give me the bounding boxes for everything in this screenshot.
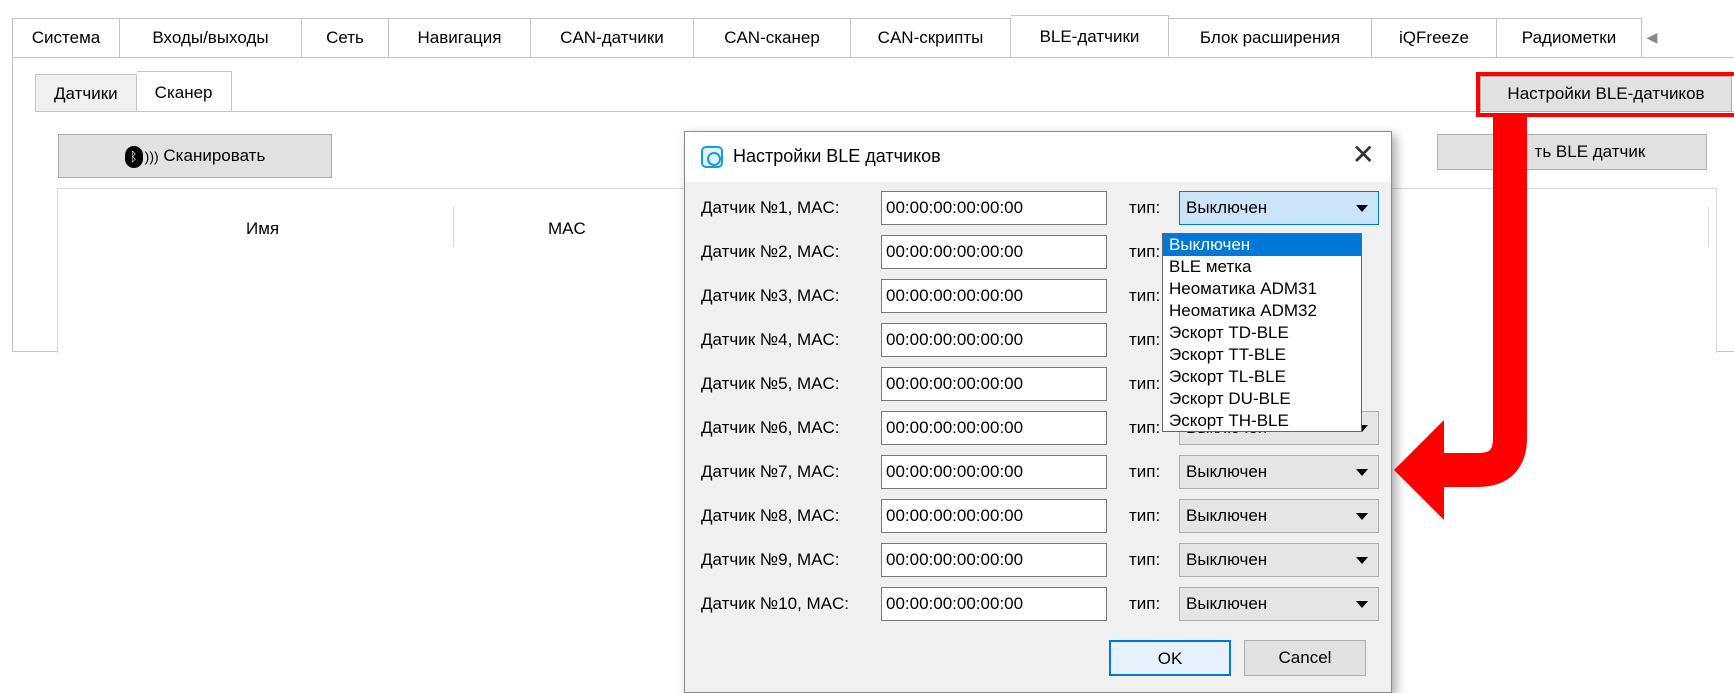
sensor-row: Датчик №10, MAC: 00:00:00:00:00:00 тип: … xyxy=(701,587,1381,621)
sensor-label: Датчик №6, MAC: xyxy=(701,418,840,437)
app-icon xyxy=(701,146,723,168)
dropdown-option[interactable]: Выключен xyxy=(1163,234,1361,256)
type-label: тип: xyxy=(1129,418,1161,437)
ok-button[interactable]: OK xyxy=(1109,640,1231,676)
sensor-label: Датчик №10, MAC: xyxy=(701,594,849,613)
chevron-down-icon xyxy=(1356,205,1368,212)
dropdown-option[interactable]: BLE метка xyxy=(1163,256,1361,278)
type-label: тип: xyxy=(1129,198,1161,217)
chevron-down-icon xyxy=(1356,469,1368,476)
type-value: Выключен xyxy=(1186,462,1268,481)
type-value: Выключен xyxy=(1186,594,1268,613)
sensor-row: Датчик №9, MAC: 00:00:00:00:00:00 тип: В… xyxy=(701,543,1381,577)
bluetooth-icon: ᛒ xyxy=(124,145,143,168)
chevron-down-icon xyxy=(1356,513,1368,520)
sensor-label: Датчик №1, MAC: xyxy=(701,198,840,217)
dialog-title: Настройки BLE датчиков xyxy=(733,146,941,166)
mac-input[interactable]: 00:00:00:00:00:00 xyxy=(881,455,1107,489)
mac-input[interactable]: 00:00:00:00:00:00 xyxy=(881,367,1107,401)
tab-expansion-block[interactable]: Блок расширения xyxy=(1169,18,1372,58)
sensor-row: Датчик №8, MAC: 00:00:00:00:00:00 тип: В… xyxy=(701,499,1381,533)
save-ble-sensor-label: Со ть BLE датчик xyxy=(1498,142,1646,161)
sensor-label: Датчик №3, MAC: xyxy=(701,286,840,305)
mac-input[interactable]: 00:00:00:00:00:00 xyxy=(881,279,1107,313)
dropdown-option[interactable]: Эскорт DU-BLE xyxy=(1163,388,1361,410)
close-icon[interactable]: ✕ xyxy=(1352,140,1375,170)
tab-iqfreeze[interactable]: iQFreeze xyxy=(1372,18,1497,58)
type-label: тип: xyxy=(1129,374,1161,393)
tab-can-sensors[interactable]: CAN-датчики xyxy=(531,18,694,58)
sensor-label: Датчик №9, MAC: xyxy=(701,550,840,569)
dropdown-option[interactable]: Неоматика ADM31 xyxy=(1163,278,1361,300)
subtab-scanner[interactable]: Сканер xyxy=(136,71,232,112)
type-label: тип: xyxy=(1129,594,1161,613)
type-dropdown-list: Выключен BLE метка Неоматика ADM31 Неома… xyxy=(1162,233,1362,432)
tab-radio-tags[interactable]: Радиометки xyxy=(1497,18,1642,58)
tab-network[interactable]: Сеть xyxy=(302,18,389,58)
type-value: Выключен xyxy=(1186,550,1268,569)
type-label: тип: xyxy=(1129,286,1161,305)
chevron-down-icon xyxy=(1356,601,1368,608)
sensor-label: Датчик №5, MAC: xyxy=(701,374,840,393)
mac-input[interactable]: 00:00:00:00:00:00 xyxy=(881,191,1107,225)
mac-input[interactable]: 00:00:00:00:00:00 xyxy=(881,411,1107,445)
dropdown-option[interactable]: Эскорт TH-BLE xyxy=(1163,410,1361,432)
grid-header-name[interactable]: Имя xyxy=(246,219,279,239)
type-select[interactable]: Выключен xyxy=(1179,499,1379,533)
mac-input[interactable]: 00:00:00:00:00:00 xyxy=(881,499,1107,533)
save-ble-sensor-button[interactable]: Со ть BLE датчик xyxy=(1437,134,1707,170)
type-label: тип: xyxy=(1129,330,1161,349)
dropdown-option[interactable]: Эскорт TT-BLE xyxy=(1163,344,1361,366)
sensor-row: Датчик №7, MAC: 00:00:00:00:00:00 тип: В… xyxy=(701,455,1381,489)
signal-waves-icon: ))) xyxy=(144,148,159,165)
dropdown-option[interactable]: Неоматика ADM32 xyxy=(1163,300,1361,322)
highlight-box xyxy=(1476,72,1734,117)
mac-input[interactable]: 00:00:00:00:00:00 xyxy=(881,543,1107,577)
type-select[interactable]: Выключен xyxy=(1179,455,1379,489)
tab-navigation[interactable]: Навигация xyxy=(389,18,531,58)
mac-input[interactable]: 00:00:00:00:00:00 xyxy=(881,323,1107,357)
sensor-label: Датчик №4, MAC: xyxy=(701,330,840,349)
type-value: Выключен xyxy=(1186,506,1268,525)
chevron-down-icon xyxy=(1356,557,1368,564)
arrow-head xyxy=(1394,420,1444,520)
dropdown-option[interactable]: Эскорт TL-BLE xyxy=(1163,366,1361,388)
sensor-label: Датчик №7, MAC: xyxy=(701,462,840,481)
cancel-button[interactable]: Cancel xyxy=(1244,640,1366,676)
dropdown-option[interactable]: Эскорт TD-BLE xyxy=(1163,322,1361,344)
mac-input[interactable]: 00:00:00:00:00:00 xyxy=(881,587,1107,621)
type-label: тип: xyxy=(1129,462,1161,481)
tab-can-scanner[interactable]: CAN-сканер xyxy=(694,18,851,58)
sensor-label: Датчик №2, MAC: xyxy=(701,242,840,261)
main-tab-bar: Система Входы/выходы Сеть Навигация CAN-… xyxy=(12,15,1662,58)
type-label: тип: xyxy=(1129,550,1161,569)
scan-button[interactable]: ᛒ))) Сканировать xyxy=(58,134,332,178)
type-label: тип: xyxy=(1129,242,1161,261)
mac-input[interactable]: 00:00:00:00:00:00 xyxy=(881,235,1107,269)
sensor-label: Датчик №8, MAC: xyxy=(701,506,840,525)
type-select[interactable]: Выключен xyxy=(1179,543,1379,577)
grid-header-mac[interactable]: MAC xyxy=(548,219,586,239)
grid-column-separator[interactable] xyxy=(453,207,454,247)
tab-scroll-left-icon[interactable]: ◀ xyxy=(1642,18,1662,58)
dialog-titlebar: Настройки BLE датчиков ✕ xyxy=(685,132,1391,182)
tab-inputs-outputs[interactable]: Входы/выходы xyxy=(120,18,302,58)
sensor-row: Датчик №1, MAC: 00:00:00:00:00:00 тип: В… xyxy=(701,191,1381,225)
grid-column-separator[interactable] xyxy=(1708,207,1709,247)
type-label: тип: xyxy=(1129,506,1161,525)
type-value: Выключен xyxy=(1186,198,1268,217)
type-select[interactable]: Выключен xyxy=(1179,191,1379,225)
type-select[interactable]: Выключен xyxy=(1179,587,1379,621)
tab-ble-sensors[interactable]: BLE-датчики xyxy=(1011,15,1169,57)
tab-can-scripts[interactable]: CAN-скрипты xyxy=(851,18,1011,58)
subtab-sensors[interactable]: Датчики xyxy=(35,74,137,112)
sub-tab-bar: Датчики Сканер xyxy=(35,71,232,112)
tab-sistema[interactable]: Система xyxy=(12,18,120,58)
scan-button-label: Сканировать xyxy=(163,146,266,165)
